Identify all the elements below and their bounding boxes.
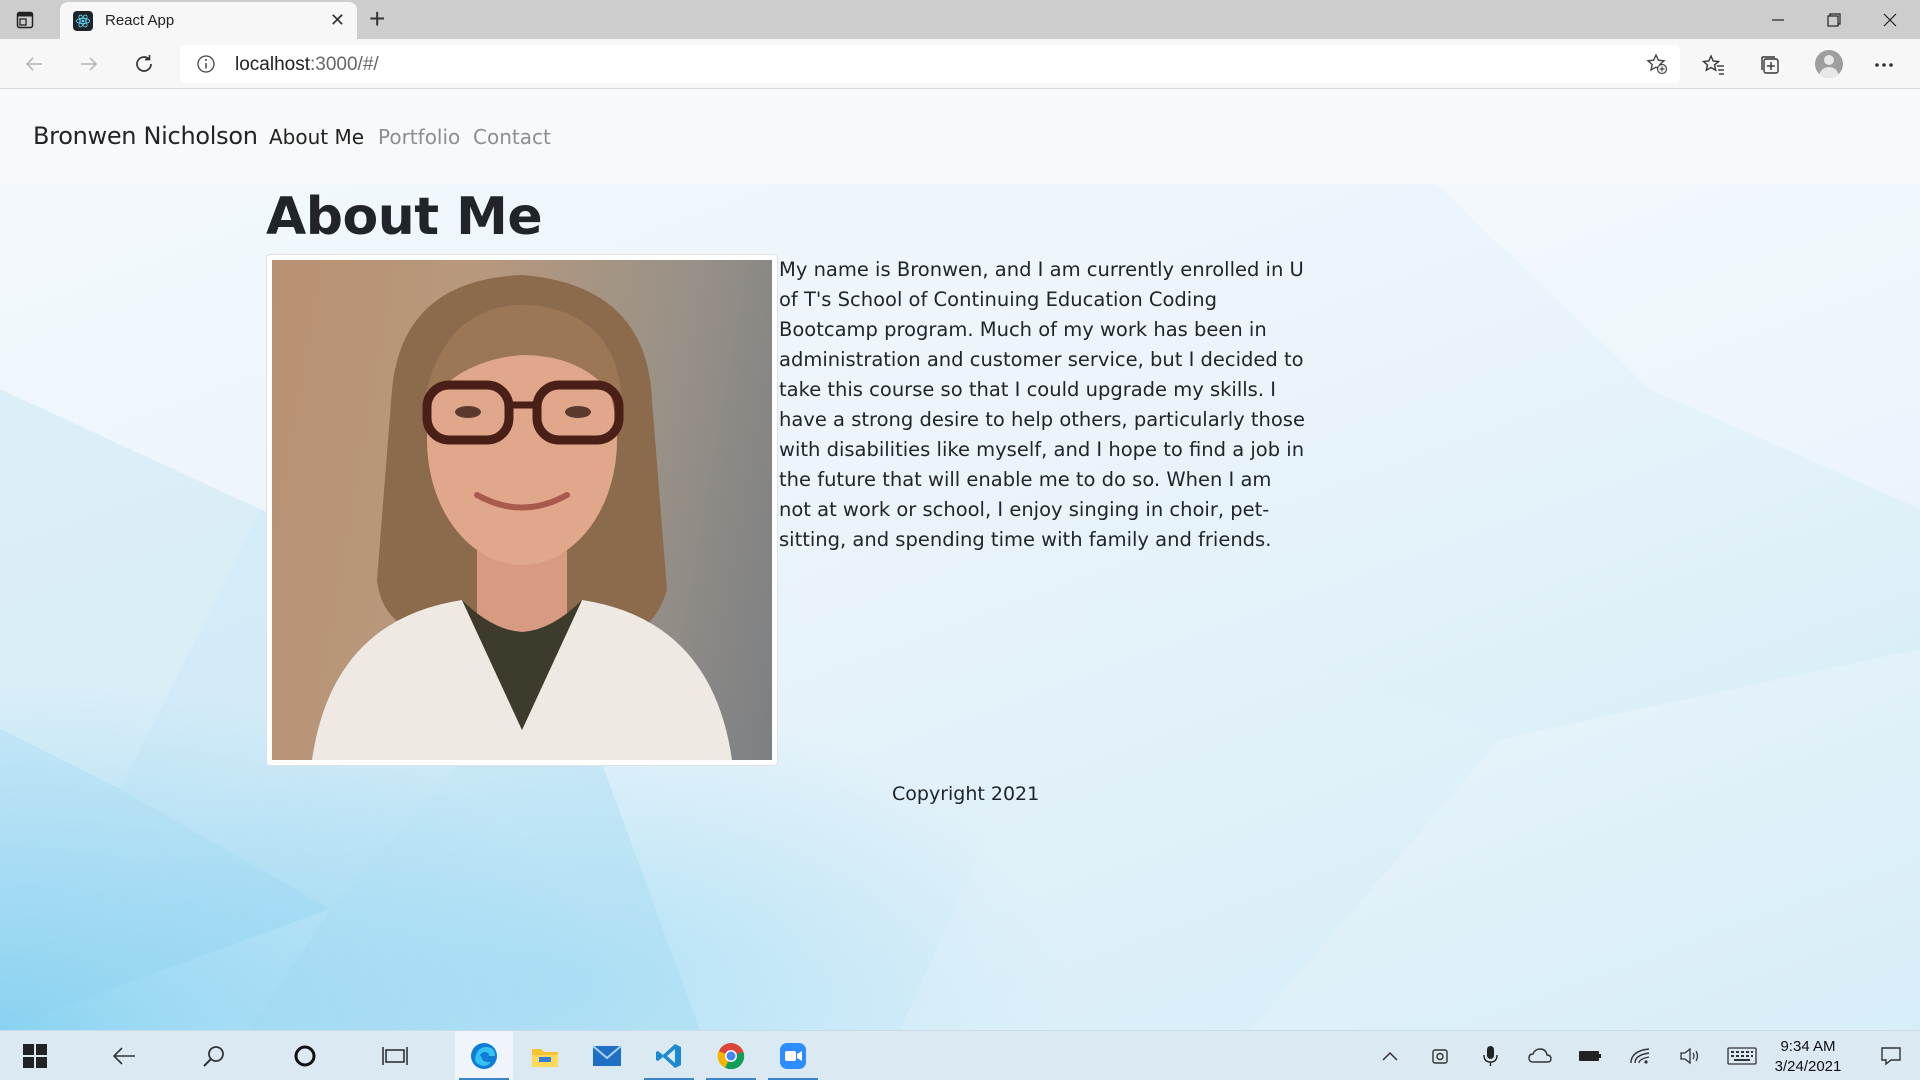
clock-time: 9:34 AM: [1780, 1038, 1836, 1055]
nav-link-about[interactable]: About Me: [269, 125, 364, 149]
site-brand[interactable]: Bronwen Nicholson: [33, 122, 258, 150]
camera-tray-icon[interactable]: [1420, 1031, 1460, 1080]
onedrive-icon[interactable]: [1520, 1031, 1560, 1080]
favorites-icon[interactable]: [1700, 51, 1728, 79]
minimize-icon[interactable]: [1750, 0, 1805, 39]
restore-icon[interactable]: [1806, 0, 1861, 39]
address-bar[interactable]: localhost:3000/#/: [180, 45, 1680, 83]
collections-icon[interactable]: [1756, 51, 1784, 79]
browser-toolbar: localhost:3000/#/: [0, 39, 1920, 89]
nav-link-contact[interactable]: Contact: [473, 125, 551, 149]
browser-tab[interactable]: React App ✕: [60, 2, 357, 39]
file-explorer-icon[interactable]: [516, 1031, 574, 1080]
add-favorite-icon[interactable]: [1646, 53, 1668, 80]
back-arrow-icon[interactable]: [21, 51, 47, 77]
clock-date: 3/24/2021: [1774, 1058, 1842, 1075]
nav-link-portfolio[interactable]: Portfolio: [378, 125, 460, 149]
search-icon[interactable]: [185, 1031, 243, 1080]
bio-paragraph: My name is Bronwen, and I am currently e…: [779, 258, 1305, 551]
notification-center-icon[interactable]: [1862, 1031, 1920, 1080]
system-clock[interactable]: 9:34 AM 3/24/2021: [1770, 1037, 1846, 1077]
edge-icon[interactable]: [455, 1031, 513, 1080]
windows-taskbar: 9:34 AM 3/24/2021: [0, 1030, 1920, 1080]
task-view-icon[interactable]: [366, 1031, 424, 1080]
profile-photo: [272, 260, 772, 760]
new-tab-icon[interactable]: +: [369, 5, 385, 33]
page-viewport: Bronwen Nicholson About Me Portfolio Con…: [0, 89, 1920, 1030]
touch-keyboard-icon[interactable]: [1720, 1031, 1764, 1080]
refresh-icon[interactable]: [131, 51, 157, 77]
profile-photo-frame: [266, 254, 778, 766]
react-logo-icon: [73, 11, 93, 31]
profile-avatar-icon[interactable]: [1815, 50, 1843, 78]
back-icon[interactable]: [95, 1031, 153, 1080]
forward-arrow-icon[interactable]: [76, 51, 102, 77]
more-options-icon[interactable]: [1870, 51, 1898, 79]
page-title: About Me: [266, 187, 543, 247]
chrome-icon[interactable]: [702, 1031, 760, 1080]
microphone-icon[interactable]: [1470, 1031, 1510, 1080]
tab-actions-icon[interactable]: [14, 9, 36, 31]
tab-title: React App: [105, 12, 175, 29]
close-window-icon[interactable]: [1862, 0, 1917, 39]
tab-strip: React App ✕ +: [0, 0, 1920, 39]
volume-icon[interactable]: [1670, 1031, 1710, 1080]
wifi-icon[interactable]: [1620, 1031, 1660, 1080]
mail-icon[interactable]: [578, 1031, 636, 1080]
show-hidden-icons-icon[interactable]: [1370, 1031, 1410, 1080]
battery-icon[interactable]: [1570, 1031, 1610, 1080]
site-info-icon[interactable]: [196, 54, 216, 79]
close-tab-icon[interactable]: ✕: [330, 10, 345, 30]
zoom-icon[interactable]: [764, 1031, 822, 1080]
vscode-icon[interactable]: [640, 1031, 698, 1080]
url-text: localhost:3000/#/: [235, 54, 379, 75]
site-navbar: Bronwen Nicholson About Me Portfolio Con…: [0, 89, 1920, 184]
footer-copyright: Copyright 2021: [892, 783, 1040, 805]
cortana-icon[interactable]: [276, 1031, 334, 1080]
start-menu-icon[interactable]: [6, 1031, 64, 1080]
